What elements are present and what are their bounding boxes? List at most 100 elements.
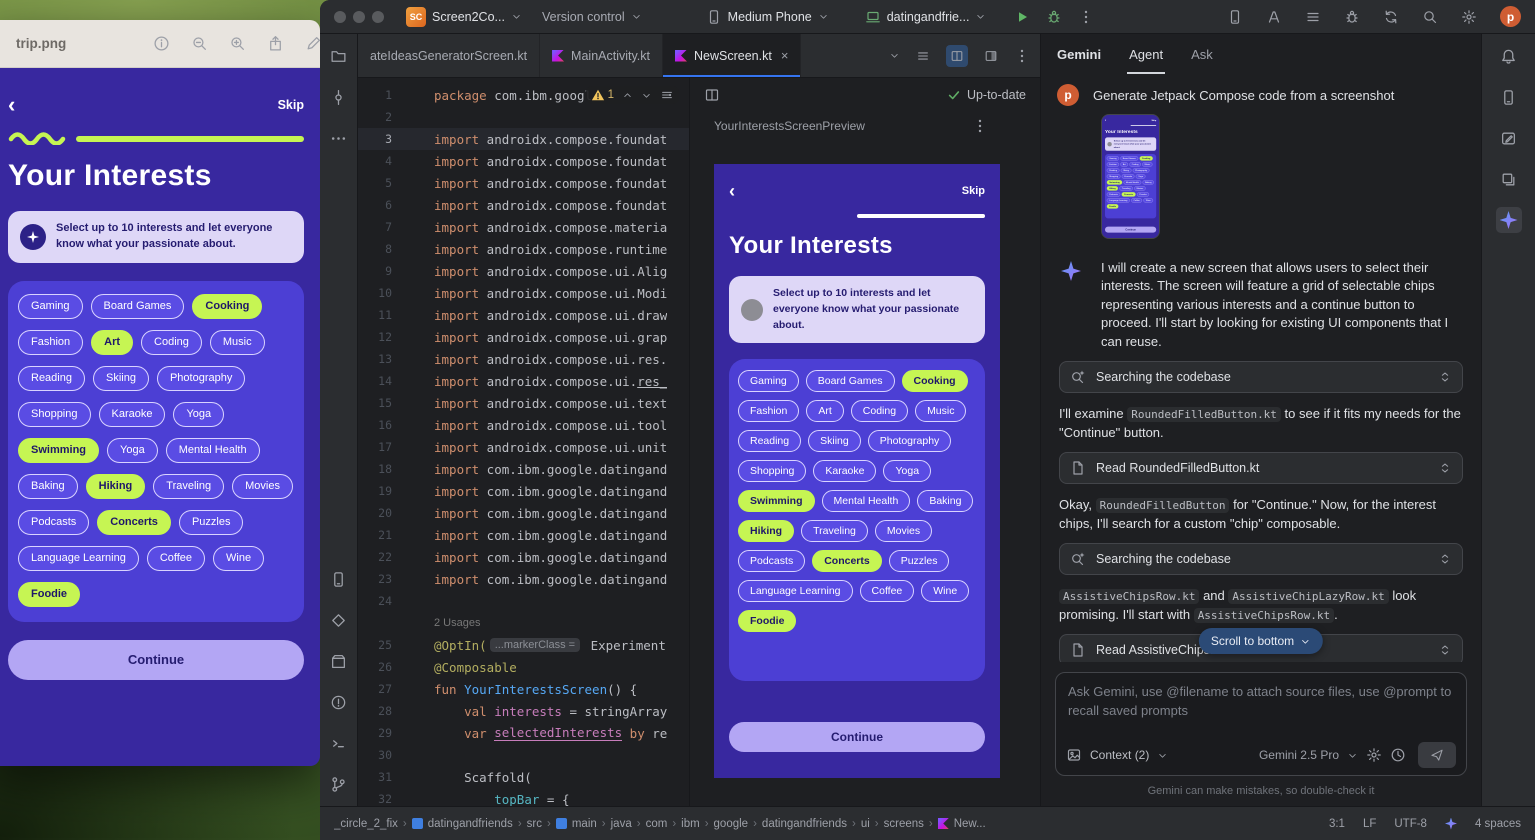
interest-chip[interactable]: Board Games <box>91 294 185 319</box>
interest-chip[interactable]: Traveling <box>801 520 868 542</box>
git-tool-icon[interactable] <box>326 771 352 797</box>
code-view-button[interactable] <box>912 45 934 67</box>
preview-layout-icon[interactable] <box>704 87 720 103</box>
interest-chip[interactable]: Puzzles <box>179 510 244 535</box>
design-view-button[interactable] <box>980 45 1002 67</box>
interest-chip[interactable]: Art <box>806 400 843 422</box>
interest-chip[interactable]: Reading <box>738 430 801 452</box>
tab-agent[interactable]: Agent <box>1129 34 1163 74</box>
interest-chip[interactable]: Gaming <box>18 294 83 319</box>
interest-chip[interactable]: Yoga <box>883 460 931 482</box>
inspection-settings-icon[interactable] <box>660 88 674 102</box>
send-button[interactable] <box>1418 742 1456 768</box>
interest-chip[interactable]: Art <box>91 330 133 355</box>
preview-canvas[interactable]: ‹ Skip Your Interests Select up to 10 in… <box>690 140 1040 806</box>
interest-chip[interactable]: Skiing <box>93 366 149 391</box>
context-selector[interactable]: Context (2) <box>1090 748 1149 762</box>
sync-project-icon[interactable] <box>1383 9 1399 25</box>
interest-chip[interactable]: Mental Health <box>166 438 260 463</box>
code-editor[interactable]: 1package com.ibm.googl23import androidx.… <box>358 78 690 806</box>
search-everywhere-icon[interactable] <box>1422 9 1438 25</box>
more-actions-icon[interactable] <box>1078 9 1094 25</box>
tab-ask[interactable]: Ask <box>1191 34 1213 74</box>
interest-chip[interactable]: Coding <box>141 330 202 355</box>
expand-icon[interactable] <box>1438 370 1452 384</box>
editor-tab[interactable]: MainActivity.kt <box>540 34 663 77</box>
build-tool-icon[interactable] <box>326 648 352 674</box>
interest-chip[interactable]: Photography <box>157 366 245 391</box>
interest-chip[interactable]: Podcasts <box>18 510 89 535</box>
interest-chip[interactable]: Hiking <box>86 474 146 499</box>
todo-list-icon[interactable] <box>1305 9 1321 25</box>
commit-tool-icon[interactable] <box>326 84 352 110</box>
interest-chip[interactable]: Music <box>915 400 966 422</box>
run-button[interactable] <box>1014 9 1030 25</box>
more-tool-windows-icon[interactable] <box>326 125 352 151</box>
interest-chip[interactable]: Movies <box>232 474 293 499</box>
interest-chip[interactable]: Traveling <box>153 474 224 499</box>
expand-icon[interactable] <box>1438 643 1452 657</box>
user-avatar[interactable]: p <box>1500 6 1521 27</box>
interest-chip[interactable]: Gaming <box>738 370 799 392</box>
next-problem-icon[interactable] <box>641 90 652 101</box>
breadcrumb-item[interactable]: com <box>646 818 668 830</box>
interest-chip[interactable]: Fashion <box>738 400 799 422</box>
editor-tab[interactable]: NewScreen.kt× <box>663 34 801 77</box>
interest-chip[interactable]: Swimming <box>738 490 815 512</box>
notifications-bell-icon[interactable] <box>1496 43 1522 69</box>
editor-tab[interactable]: ateIdeasGeneratorScreen.kt <box>358 34 540 77</box>
interest-chip[interactable]: Cooking <box>192 294 262 319</box>
gemini-chat[interactable]: pGenerate Jetpack Compose code from a sc… <box>1041 74 1481 662</box>
interest-chip[interactable]: Karaoke <box>813 460 876 482</box>
interest-chip[interactable]: Wine <box>213 546 264 571</box>
interest-chip[interactable]: Coffee <box>860 580 915 602</box>
app-insights-icon[interactable] <box>1344 9 1360 25</box>
project-selector[interactable]: SC Screen2Co... <box>406 7 522 27</box>
interest-chip[interactable]: Baking <box>917 490 973 512</box>
interest-chip[interactable]: Swimming <box>18 438 99 463</box>
line-separator[interactable]: LF <box>1363 818 1376 830</box>
interest-chip[interactable]: Coffee <box>147 546 205 571</box>
more-options-icon[interactable] <box>1014 48 1030 64</box>
device-manager-icon[interactable] <box>1227 9 1243 25</box>
interest-chip[interactable]: Shopping <box>18 402 91 427</box>
profiler-icon[interactable] <box>1266 9 1282 25</box>
model-selector[interactable]: Gemini 2.5 Pro <box>1259 748 1339 762</box>
tool-call-card[interactable]: Searching the codebase <box>1059 543 1463 575</box>
breadcrumb-item[interactable]: google <box>714 818 749 830</box>
gemini-input[interactable]: Ask Gemini, use @filename to attach sour… <box>1055 672 1467 776</box>
interest-chip[interactable]: Movies <box>875 520 932 542</box>
gemini-settings-icon[interactable] <box>1366 747 1382 763</box>
problems-tool-icon[interactable] <box>326 689 352 715</box>
terminal-tool-icon[interactable] <box>326 730 352 756</box>
interest-chip[interactable]: Fashion <box>18 330 83 355</box>
device-manager-tool-icon[interactable] <box>326 566 352 592</box>
zoom-out-icon[interactable] <box>191 35 208 52</box>
breadcrumb-item[interactable]: ui <box>861 818 870 830</box>
file-encoding[interactable]: UTF-8 <box>1394 818 1427 830</box>
indent-setting[interactable]: 4 spaces <box>1475 818 1521 830</box>
interest-chip[interactable]: Reading <box>18 366 85 391</box>
running-devices-icon[interactable] <box>1496 84 1522 110</box>
breadcrumb-item[interactable]: _circle_2_fix <box>334 818 398 830</box>
hidden-tabs-icon[interactable] <box>889 50 900 61</box>
debug-button[interactable] <box>1046 9 1062 25</box>
interest-chip[interactable]: Language Learning <box>738 580 853 602</box>
interest-chip[interactable]: Photography <box>868 430 952 452</box>
expand-icon[interactable] <box>1438 552 1452 566</box>
attach-icon[interactable] <box>1066 747 1082 763</box>
breadcrumb-item[interactable]: java <box>611 818 632 830</box>
vcs-widget[interactable]: Version control <box>542 10 642 24</box>
interest-chip[interactable]: Baking <box>18 474 78 499</box>
caret-position[interactable]: 3:1 <box>1329 818 1345 830</box>
attachment-image[interactable]: ‹ Skip Your Interests Select up to 10 in… <box>1101 114 1160 239</box>
maximize-window-icon[interactable] <box>372 11 384 23</box>
interest-chip[interactable]: Shopping <box>738 460 806 482</box>
ai-status-icon[interactable] <box>1445 818 1457 830</box>
device-selector[interactable]: Medium Phone <box>706 9 829 25</box>
share-icon[interactable] <box>267 35 284 52</box>
edit-icon[interactable] <box>305 35 320 52</box>
close-tab-icon[interactable]: × <box>781 48 789 63</box>
breadcrumb-item[interactable]: main <box>556 818 597 830</box>
interest-chip[interactable]: Yoga <box>107 438 158 463</box>
